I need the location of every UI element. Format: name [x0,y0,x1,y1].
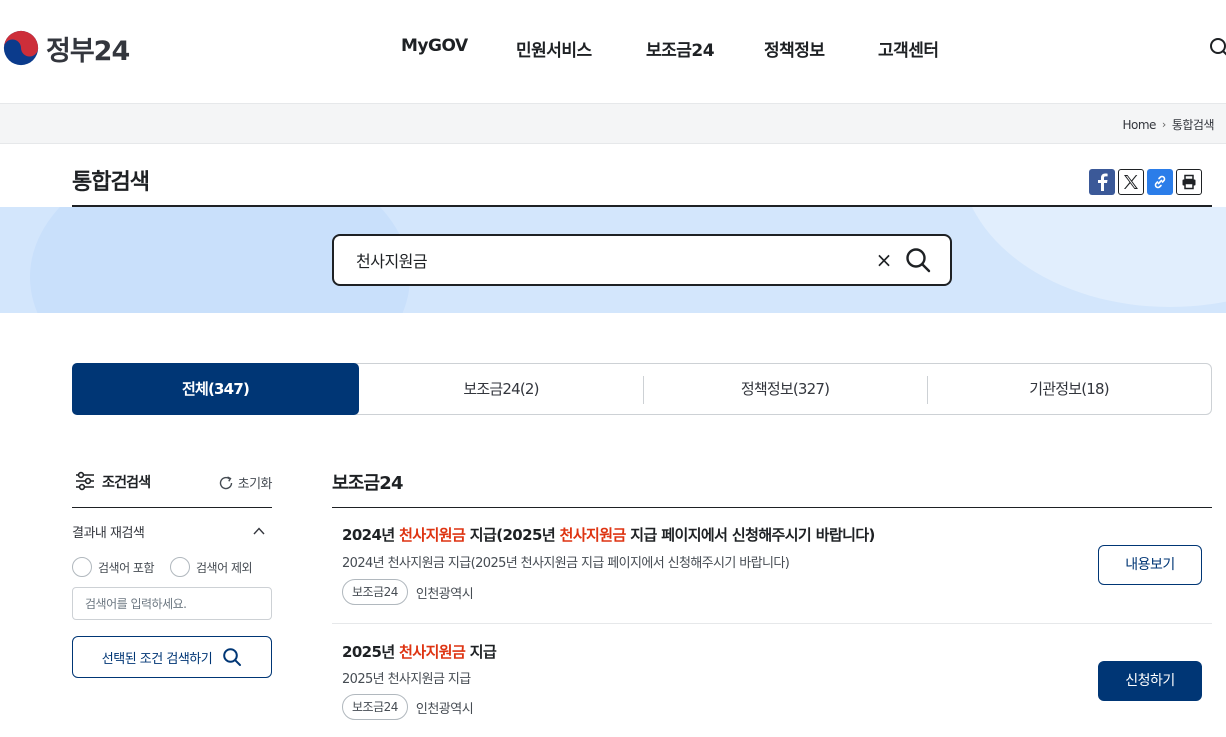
reset-label: 초기화 [237,477,273,492]
copy-link-button[interactable] [1147,169,1173,195]
result-meta: 보조금24 인천광역시 [342,579,474,605]
category-badge: 보조금24 [342,579,408,605]
sliders-icon [76,471,94,491]
site-header: 정부24 MyGOV 민원서비스 보조금24 정책정보 고객센터 [0,0,1226,104]
clear-search-button[interactable]: × [872,248,896,272]
result-title[interactable]: 2025년 천사지원금 지급 [342,641,497,662]
title-highlight: 천사지원금 [559,526,627,544]
band-decoration [960,207,1226,307]
chevron-up-icon[interactable] [252,524,266,538]
nav-subsidy24[interactable]: 보조금24 [646,36,715,61]
search-submit-icon[interactable] [904,246,932,274]
breadcrumb-bar: Home › 통합검색 [0,104,1226,144]
filter-title: 조건검색 [102,475,151,491]
nav-policy-info[interactable]: 정책정보 [764,36,825,61]
search-icon[interactable] [1208,36,1226,58]
title-text: 지급 페이지에서 신청해주시기 바랍니다) [625,526,875,544]
filter-header: 조건검색 초기화 [72,466,273,508]
print-button[interactable] [1176,169,1202,195]
search-mode-radios: 검색어 포함 검색어 제외 [72,556,272,578]
title-text: 지급 [465,643,497,661]
tab-all[interactable]: 전체(347) [72,363,359,415]
title-text: 2024년 [342,526,400,544]
section-title: 보조금24 [332,473,404,494]
facebook-icon [1098,173,1108,191]
tab-policy-info[interactable]: 정책정보(327) [643,364,927,414]
search-box: × [332,234,952,286]
re-search-input[interactable] [72,587,272,620]
result-item: 2024년 천사지원금 지급(2025년 천사지원금 지급 페이지에서 신청해주… [332,508,1212,624]
reset-button[interactable]: 초기화 [218,473,273,492]
breadcrumb: Home › 통합검색 [1122,116,1214,133]
nav-customer-center[interactable]: 고객센터 [878,36,939,61]
organization-name: 인천광역시 [415,586,474,602]
result-tabs: 전체(347) 보조금24(2) 정책정보(327) 기관정보(18) [72,363,1212,415]
organization-name: 인천광역시 [415,701,474,717]
condition-search-button[interactable]: 선택된 조건 검색하기 [72,636,272,678]
x-share-button[interactable] [1118,169,1144,195]
printer-icon [1182,174,1196,190]
condition-search-label: 선택된 조건 검색하기 [101,651,213,667]
search-input[interactable] [356,248,856,272]
title-highlight: 천사지원금 [399,643,466,661]
apply-button[interactable]: 신청하기 [1098,661,1202,701]
link-icon [1154,175,1166,189]
title-highlight: 천사지원금 [399,526,466,544]
result-item: 2025년 천사지원금 지급 2025년 천사지원금 지급 보조금24 인천광역… [332,624,1212,737]
title-text: 지급(2025년 [465,526,560,544]
nav-mygov[interactable]: MyGOV [401,36,468,56]
refresh-icon [219,475,232,489]
title-text: 2025년 [342,643,400,661]
exclude-radio-label[interactable]: 검색어 제외 [196,559,253,576]
tab-subsidy24[interactable]: 보조금24(2) [359,364,643,414]
main-nav: MyGOV 민원서비스 보조금24 정책정보 고객센터 [0,36,1226,61]
include-radio[interactable] [72,557,92,577]
nav-civil-service[interactable]: 민원서비스 [516,36,592,61]
re-search-header[interactable]: 결과내 재검색 [72,522,272,542]
search-icon [223,648,242,666]
view-details-button[interactable]: 내용보기 [1098,545,1202,585]
x-logo-icon [1124,175,1138,189]
result-description: 2025년 천사지원금 지급 [342,672,471,687]
result-meta: 보조금24 인천광역시 [342,694,474,720]
breadcrumb-current: 통합검색 [1171,118,1215,132]
result-description: 2024년 천사지원금 지급(2025년 천사지원금 지급 페이지에서 신청해주… [342,556,790,571]
tab-org-info[interactable]: 기관정보(18) [927,364,1211,414]
include-radio-label[interactable]: 검색어 포함 [98,559,155,576]
breadcrumb-home[interactable]: Home [1122,118,1156,132]
page-title: 통합검색 [72,170,150,195]
re-search-title: 결과내 재검색 [72,526,145,541]
chevron-right-icon: › [1161,118,1166,131]
result-title[interactable]: 2024년 천사지원금 지급(2025년 천사지원금 지급 페이지에서 신청해주… [342,524,875,545]
exclude-radio[interactable] [170,557,191,577]
facebook-share-button[interactable] [1089,169,1115,195]
category-badge: 보조금24 [342,694,408,720]
